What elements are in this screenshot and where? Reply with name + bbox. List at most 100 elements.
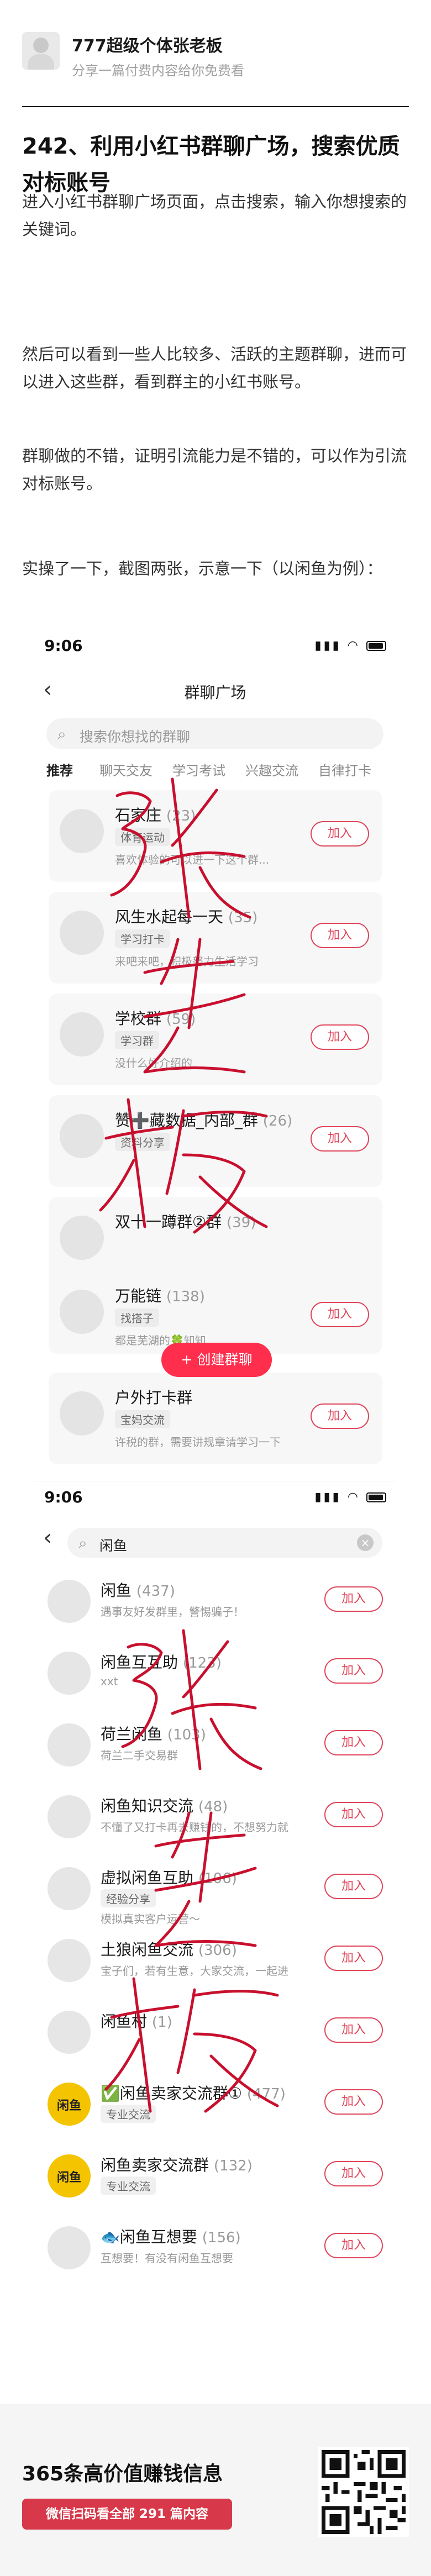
search-placeholder: 搜索你想找的群聊 xyxy=(80,729,191,745)
avatar-head xyxy=(33,38,49,53)
screenshot-search-results: 9:06 ▮▮▮ ◠ ‹ ⌕ 闲鱼 × 闲鱼 (437) 遇事友好发群里，警惕骗… xyxy=(34,1481,396,2321)
group-title: 闲鱼互互助 xyxy=(101,1653,178,1671)
scan-wechat-button[interactable]: 微信扫码看全部 291 篇内容 xyxy=(22,2499,232,2530)
join-button[interactable]: 加入 xyxy=(311,923,369,948)
search-input[interactable]: ⌕ 闲鱼 × xyxy=(67,1528,382,1558)
join-button[interactable]: 加入 xyxy=(324,2233,383,2258)
qr-code-icon[interactable] xyxy=(318,2447,409,2537)
group-title: 双十一蹲群②群 xyxy=(115,1213,222,1231)
member-count: (132) xyxy=(213,2158,253,2174)
search-query: 闲鱼 xyxy=(99,1538,128,1554)
result-row[interactable]: 闲鱼 闲鱼卖家交流群 (132) 专业交流 加入 xyxy=(34,2144,396,2216)
join-button[interactable]: 加入 xyxy=(324,1730,383,1755)
group-desc: 许税的群，需要讲规章请学习一下 xyxy=(115,1436,281,1449)
group-title: 户外打卡群 xyxy=(115,1389,193,1407)
result-row[interactable]: 闲鱼互互助 (123) xxt 加入 xyxy=(34,1642,396,1713)
status-time: 9:06 xyxy=(44,637,83,655)
xianyu-logo-icon: 闲鱼 xyxy=(48,2083,91,2126)
member-count: (138) xyxy=(166,1289,205,1305)
group-desc: 不懂了又打卡再去赚钱的，不想努力就不要... xyxy=(101,1821,288,1834)
result-row[interactable]: 虚拟闲鱼互助 (106) 经验分享 模拟真实客户运营～ 加入 xyxy=(34,1857,396,1929)
back-icon[interactable]: ‹ xyxy=(43,1527,52,1549)
author-name[interactable]: 777超级个体张老板 xyxy=(72,32,223,56)
member-count: (39) xyxy=(227,1215,256,1231)
clear-icon[interactable]: × xyxy=(357,1534,374,1551)
member-count: (23) xyxy=(166,808,196,824)
group-desc: 互想要！有没有闲鱼互想要 xyxy=(101,2252,233,2265)
group-tag: 专业交流 xyxy=(101,2177,156,2195)
search-input[interactable]: ⌕ 搜索你想找的群聊 xyxy=(46,718,383,749)
tab-interest[interactable]: 兴趣交流 xyxy=(245,760,298,779)
tab-checkin[interactable]: 自律打卡 xyxy=(318,760,371,779)
group-card[interactable]: 户外打卡群 宝妈交流 许税的群，需要讲规章请学习一下 加入 xyxy=(49,1373,382,1464)
tab-chat[interactable]: 聊天交友 xyxy=(99,760,153,779)
status-icons: ▮▮▮ ◠ xyxy=(314,639,386,653)
author-avatar[interactable] xyxy=(22,32,60,70)
search-icon: ⌕ xyxy=(78,1534,87,1552)
group-card[interactable]: 风生水起每一天 (35) 学习打卡 来吧来吧，积极努力生活学习 加入 xyxy=(49,892,382,984)
author-header[interactable]: 777超级个体张老板 分享一篇付费内容给你免费看 xyxy=(22,28,409,88)
nav-title: 群聊广场 xyxy=(184,684,246,702)
join-button[interactable]: 加入 xyxy=(324,2161,383,2186)
group-name: 闲鱼卖家交流群 (132) xyxy=(101,2153,253,2175)
tab-recommend[interactable]: 推荐 xyxy=(46,760,73,779)
footer-title: 365条高价值赚钱信息 xyxy=(22,2463,223,2485)
result-row[interactable]: 闲鱼知识交流 (48) 不懂了又打卡再去赚钱的，不想努力就不要... 加入 xyxy=(34,1785,396,1857)
status-bar: 9:06 ▮▮▮ ◠ xyxy=(34,1481,396,1515)
group-title: ✅闲鱼卖家交流群① xyxy=(101,2084,242,2102)
member-count: (306) xyxy=(198,1942,237,1959)
result-row[interactable]: 荷兰闲鱼 (103) 荷兰二手交易群 加入 xyxy=(34,1713,396,1785)
group-title: 闲鱼知识交流 xyxy=(101,1797,194,1815)
join-button[interactable]: 加入 xyxy=(311,1403,369,1429)
join-button[interactable]: 加入 xyxy=(324,1586,383,1612)
group-tag: 宝妈交流 xyxy=(115,1410,170,1428)
group-name: 闲鱼 (437) xyxy=(101,1579,175,1601)
join-button[interactable]: 加入 xyxy=(324,2089,383,2115)
create-group-button[interactable]: + 创建群聊 xyxy=(161,1343,272,1377)
member-count: (156) xyxy=(202,2230,241,2246)
screenshot-group-plaza: 9:06 ▮▮▮ ◠ ‹ 群聊广场 ⌕ 搜索你想找的群聊 推荐 聊天交友 学习考… xyxy=(34,630,396,1464)
group-card[interactable]: 学校群 (59) 学习群 没什么好介绍的 加入 xyxy=(49,993,382,1085)
member-count: (48) xyxy=(198,1799,228,1815)
group-avatar xyxy=(60,1290,104,1334)
join-button[interactable]: 加入 xyxy=(311,1126,369,1152)
result-row[interactable]: 闲鱼 (437) 遇事友好发群里，警惕骗子！ 加入 xyxy=(34,1570,396,1642)
group-name: 闲鱼知识交流 (48) xyxy=(101,1794,228,1816)
member-count: (123) xyxy=(182,1655,222,1671)
group-tag: 经验分享 xyxy=(101,1889,156,1907)
article-paragraph: 实操了一下，截图两张，示意一下（以闲鱼为例）： xyxy=(22,559,383,578)
tab-study[interactable]: 学习考试 xyxy=(172,760,225,779)
group-name: 学校群 (59) xyxy=(115,1007,196,1029)
join-button[interactable]: 加入 xyxy=(324,1658,383,1684)
group-title: 风生水起每一天 xyxy=(115,908,224,926)
group-title: 闲鱼村 xyxy=(101,2012,148,2031)
group-tag: 找搭子 xyxy=(115,1308,159,1327)
group-avatar xyxy=(48,2226,91,2269)
join-button[interactable]: 加入 xyxy=(324,1946,383,1971)
group-card[interactable]: 万能链 (138) 找搭子 都是芜湖的🍀知知 加入 xyxy=(49,1271,382,1354)
result-row[interactable]: 闲鱼 ✅闲鱼卖家交流群① (477) 专业交流 加入 xyxy=(34,2073,396,2144)
member-count: (437) xyxy=(136,1583,175,1600)
group-desc: 遇事友好发群里，警惕骗子！ xyxy=(101,1605,244,1618)
group-name: 闲鱼村 (1) xyxy=(101,2010,172,2032)
result-row[interactable]: 闲鱼村 (1) 加入 xyxy=(34,2001,396,2073)
group-card[interactable]: 赞➕藏数据_内部_群 (26) 资料分享 加入 xyxy=(49,1095,382,1187)
join-button[interactable]: 加入 xyxy=(311,1024,369,1050)
status-icons: ▮▮▮ ◠ xyxy=(314,1490,386,1504)
group-avatar xyxy=(60,1114,104,1158)
join-button[interactable]: 加入 xyxy=(324,2017,383,2043)
result-row[interactable]: 土狼闲鱼交流 (306) 宝子们，若有生意，大家交流，一起进步... 加入 xyxy=(34,1929,396,2001)
group-title: 学校群 xyxy=(115,1010,162,1028)
group-avatar xyxy=(48,1723,91,1767)
author-description: 分享一篇付费内容给你免费看 xyxy=(72,63,244,78)
join-button[interactable]: 加入 xyxy=(324,1874,383,1899)
join-button[interactable]: 加入 xyxy=(324,1802,383,1827)
group-tag: 学习群 xyxy=(115,1031,159,1049)
group-desc: xxt xyxy=(101,1675,118,1688)
join-button[interactable]: 加入 xyxy=(311,821,369,847)
member-count: (477) xyxy=(246,2086,286,2102)
result-row[interactable]: 🐟闲鱼互想要 (156) 互想要！有没有闲鱼互想要 加入 xyxy=(34,2216,396,2288)
group-card[interactable]: 石家庄 (23) 体育运动 喜欢体验的可以进一下这个群... 加入 xyxy=(49,790,382,882)
group-avatar xyxy=(48,1867,91,1910)
join-button[interactable]: 加入 xyxy=(311,1302,369,1327)
